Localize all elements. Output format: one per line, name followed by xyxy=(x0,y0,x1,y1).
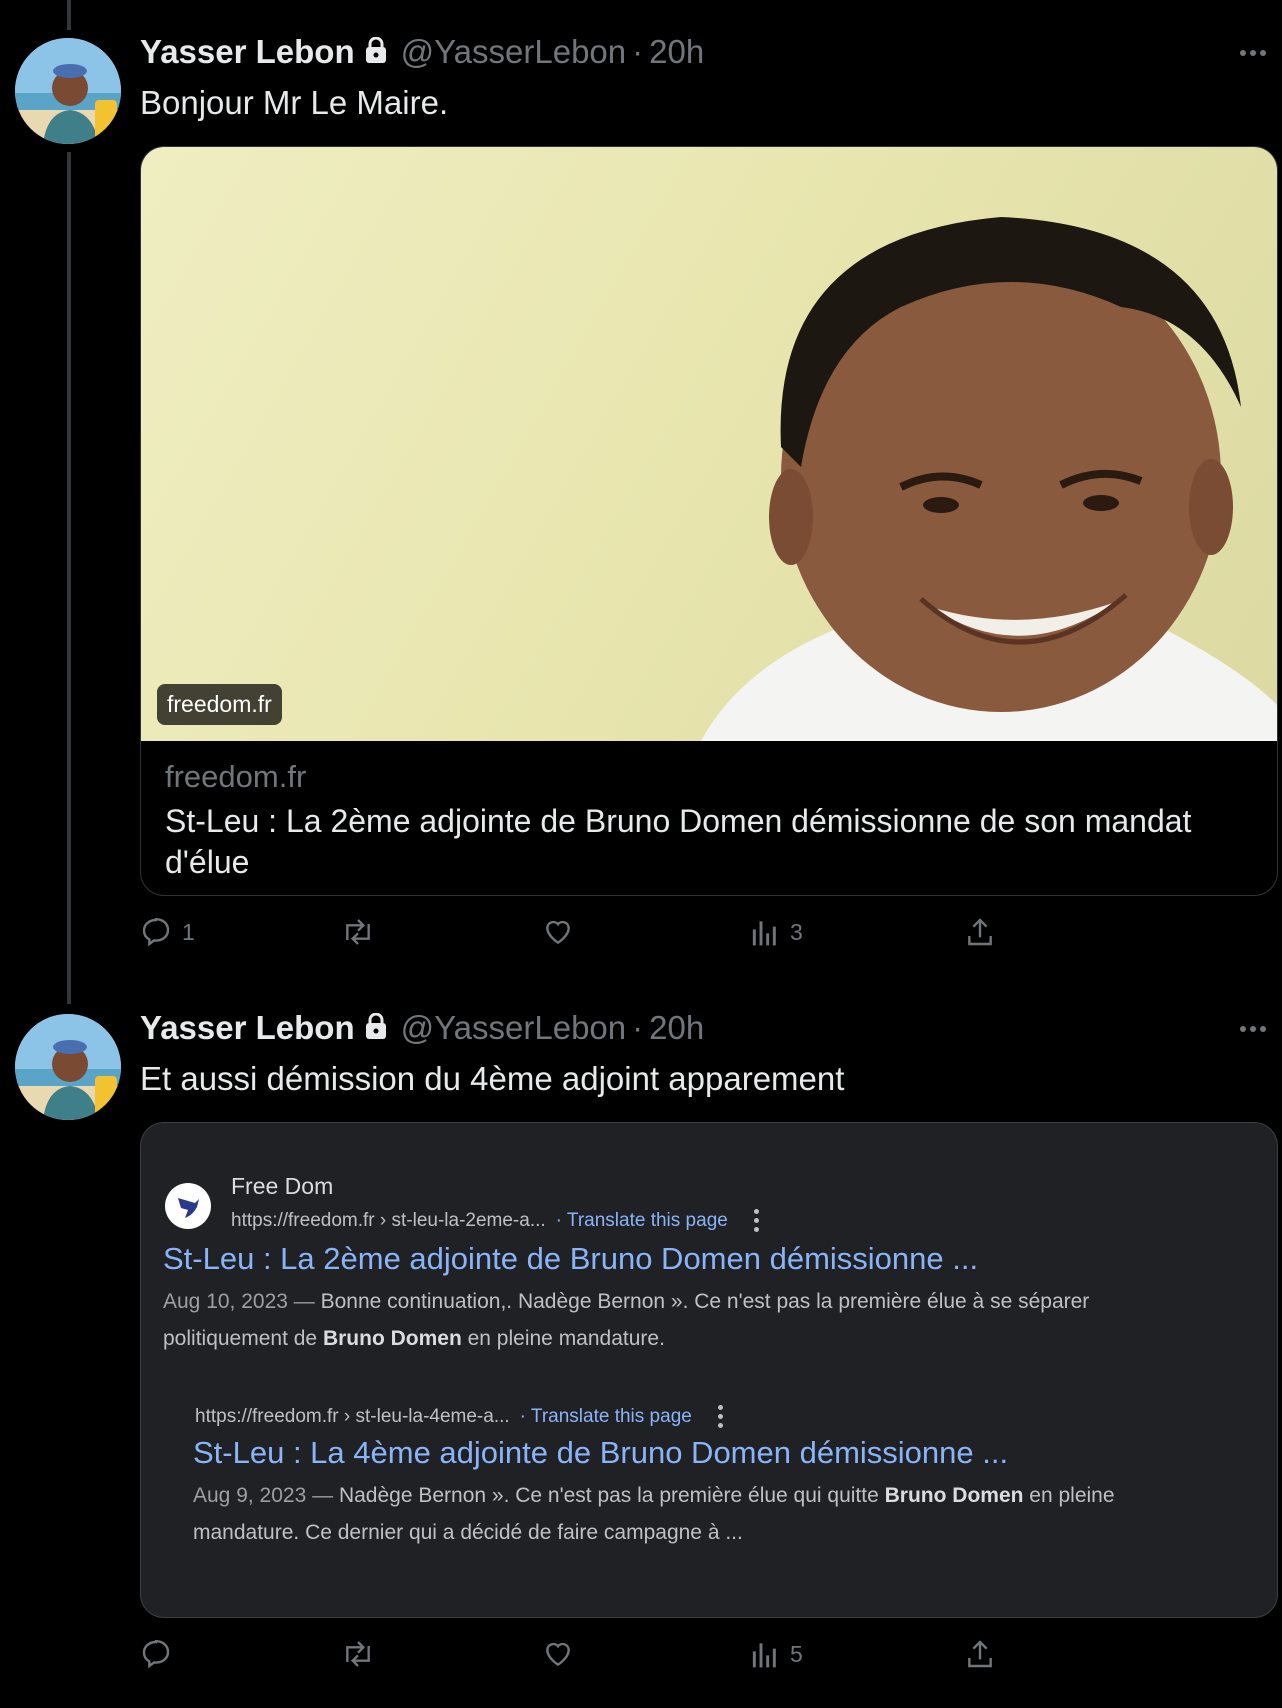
reply-icon xyxy=(142,1639,170,1669)
like-icon xyxy=(546,920,570,945)
separator-dot: · xyxy=(632,1009,644,1046)
tweet-text: Et aussi démission du 4ème adjoint appar… xyxy=(140,1060,845,1097)
share-button[interactable] xyxy=(964,916,996,948)
site-name: Free Dom xyxy=(231,1173,334,1199)
like-button[interactable] xyxy=(542,1638,574,1670)
tweet-2[interactable]: Yasser Lebon @YasserLebon · 20h Et aussi… xyxy=(0,976,1282,1706)
share-icon xyxy=(968,1640,992,1668)
link-card-title[interactable]: St-Leu : La 2ème adjointe de Bruno Domen… xyxy=(165,801,1253,883)
timestamp[interactable]: 20h xyxy=(649,33,704,71)
result-2-snippet: Aug 9, 2023 — Nadège Bernon ». Ce n'est … xyxy=(193,1477,1193,1551)
display-name[interactable]: Yasser Lebon xyxy=(140,33,355,71)
freedom-bird-icon xyxy=(165,1183,211,1229)
result-url-text: https://freedom.fr › st-leu-la-2eme-a... xyxy=(231,1209,546,1231)
reply-button[interactable] xyxy=(140,1638,182,1670)
snippet-bold: Bruno Domen xyxy=(322,1327,462,1350)
link-card-meta: freedom.fr St-Leu : La 2ème adjointe de … xyxy=(141,741,1277,895)
snippet-text: Nadège Bernon ». Ce n'est pas la premièr… xyxy=(338,1484,885,1507)
result-date: Aug 9, 2023 — xyxy=(193,1484,339,1507)
repost-button[interactable] xyxy=(340,1638,376,1670)
timestamp[interactable]: 20h xyxy=(649,1009,704,1047)
result-1-title[interactable]: St-Leu : La 2ème adjointe de Bruno Domen… xyxy=(163,1241,978,1277)
share-icon xyxy=(968,918,992,946)
views-icon xyxy=(752,1643,776,1668)
translate-link[interactable]: · Translate this page xyxy=(520,1406,692,1428)
like-button[interactable] xyxy=(542,916,574,948)
tweet-header: Yasser Lebon @YasserLebon · 20h xyxy=(140,1008,704,1048)
views-count: 3 xyxy=(790,918,803,945)
views-count: 5 xyxy=(790,1640,803,1667)
search-screenshot-card[interactable]: Free Dom https://freedom.fr › st-leu-la-… xyxy=(140,1122,1278,1618)
tweet-actions: 5 xyxy=(140,1638,1000,1678)
image-source-badge: freedom.fr xyxy=(157,684,282,725)
snippet-text: en pleine mandature. xyxy=(461,1327,665,1350)
separator-dot: · xyxy=(632,33,644,70)
result-2-title[interactable]: St-Leu : La 4ème adjointe de Bruno Domen… xyxy=(193,1435,1008,1471)
views-button[interactable]: 3 xyxy=(750,916,803,948)
avatar[interactable] xyxy=(15,38,121,144)
display-name[interactable]: Yasser Lebon xyxy=(140,1009,355,1047)
views-button[interactable]: 5 xyxy=(750,1638,803,1670)
more-icon[interactable] xyxy=(1240,1026,1266,1032)
views-icon xyxy=(752,921,776,946)
repost-button[interactable] xyxy=(340,916,376,948)
more-icon[interactable] xyxy=(1240,50,1266,56)
reply-count: 1 xyxy=(182,918,195,945)
share-button[interactable] xyxy=(964,1638,996,1670)
reply-button[interactable]: 1 xyxy=(140,916,195,948)
kebab-icon[interactable] xyxy=(717,1405,723,1428)
handle[interactable]: @YasserLebon xyxy=(401,1009,627,1047)
tweet-1[interactable]: Yasser Lebon @YasserLebon · 20h Bonjour … xyxy=(0,0,1282,980)
result-2-url[interactable]: https://freedom.fr › st-leu-la-4eme-a...… xyxy=(195,1405,723,1428)
tweet-text: Bonjour Mr Le Maire. xyxy=(140,84,449,121)
avatar[interactable] xyxy=(15,1014,121,1120)
like-icon xyxy=(546,1642,570,1667)
snippet-bold: Bruno Domen xyxy=(884,1484,1024,1507)
result-date: Aug 10, 2023 — xyxy=(163,1290,321,1313)
result-url-text: https://freedom.fr › st-leu-la-4eme-a... xyxy=(195,1405,510,1427)
link-card-domain: freedom.fr xyxy=(165,759,307,794)
reply-icon xyxy=(142,917,170,947)
repost-icon xyxy=(346,919,370,945)
translate-link[interactable]: · Translate this page xyxy=(556,1210,728,1232)
lock-icon xyxy=(365,1009,387,1047)
handle[interactable]: @YasserLebon xyxy=(401,33,627,71)
result-1-url[interactable]: https://freedom.fr › st-leu-la-2eme-a...… xyxy=(231,1209,759,1232)
link-card-image: freedom.fr xyxy=(141,147,1277,741)
result-1-snippet: Aug 10, 2023 — Bonne continuation,. Nadè… xyxy=(163,1283,1163,1357)
kebab-icon[interactable] xyxy=(753,1209,759,1232)
lock-icon xyxy=(365,33,387,71)
repost-icon xyxy=(346,1641,370,1667)
tweet-header: Yasser Lebon @YasserLebon · 20h xyxy=(140,32,704,72)
tweet-actions: 1 3 xyxy=(140,916,1000,956)
link-card[interactable]: freedom.fr freedom.fr St-Leu : La 2ème a… xyxy=(140,146,1278,896)
